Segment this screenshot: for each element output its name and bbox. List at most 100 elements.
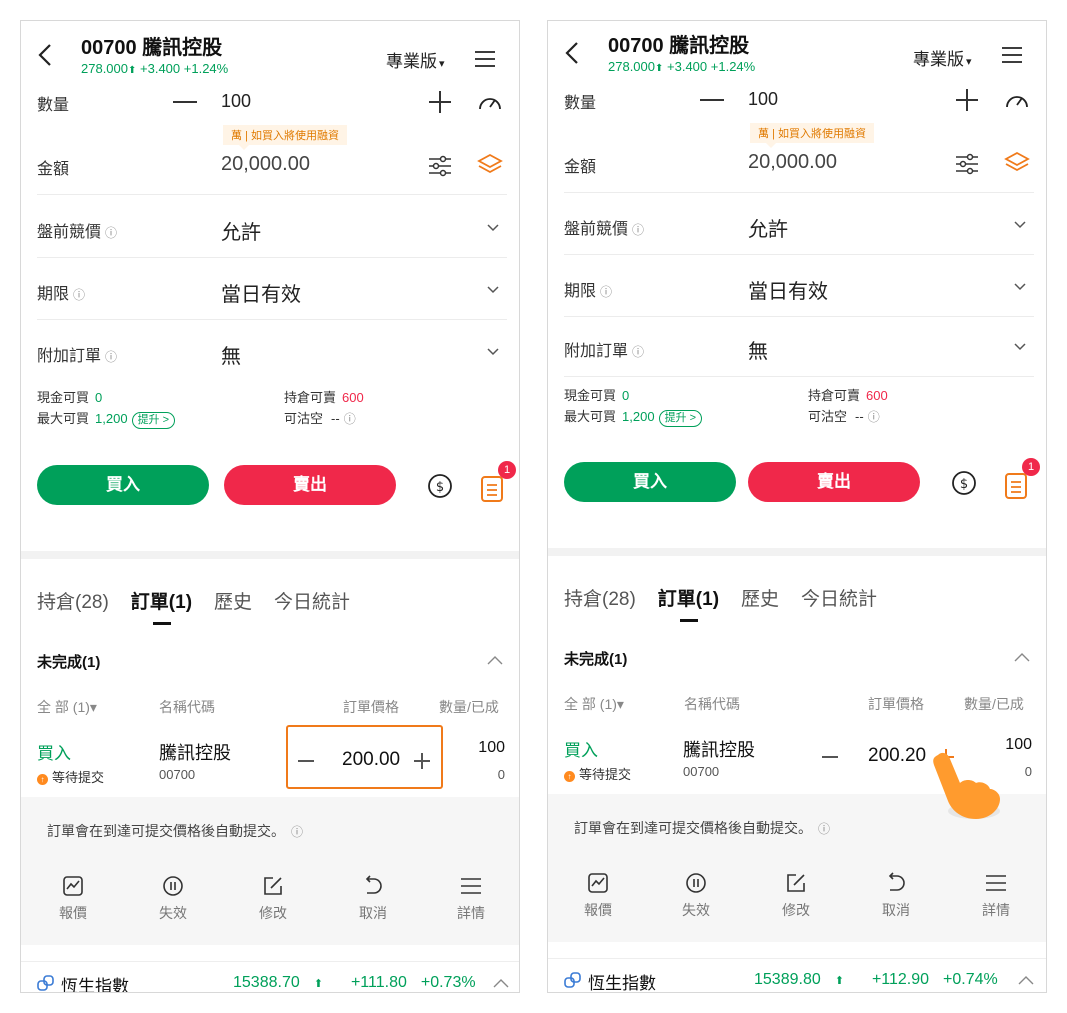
info-icon[interactable]: ⓘ xyxy=(632,345,644,359)
quote-action[interactable]: 報價 xyxy=(568,872,628,920)
chevron-down-icon[interactable] xyxy=(1014,283,1026,291)
chevron-up-icon[interactable] xyxy=(493,978,509,988)
sliders-icon[interactable] xyxy=(954,153,980,175)
sell-button[interactable]: 賣出 xyxy=(224,465,396,505)
info-icon[interactable]: ⓘ xyxy=(105,350,117,364)
info-icon[interactable]: ⓘ xyxy=(344,412,356,426)
gauge-icon[interactable] xyxy=(477,91,503,113)
term-value: 當日有效 xyxy=(221,284,301,306)
premarket-label: 盤前競價 ⓘ xyxy=(37,224,118,241)
currency-exchange-icon[interactable]: $ xyxy=(950,469,978,497)
tab-history[interactable]: 歷史 xyxy=(214,592,252,613)
attach-order-label: 附加訂單 ⓘ xyxy=(564,343,645,360)
boost-button[interactable]: 提升 > xyxy=(658,410,703,427)
stock-price: 278.000 xyxy=(81,61,128,76)
quantity-plus-button-v[interactable] xyxy=(439,91,441,113)
chevron-down-icon[interactable] xyxy=(487,224,499,232)
chevron-down-icon[interactable] xyxy=(487,286,499,294)
info-icon[interactable]: ⓘ xyxy=(868,410,880,424)
back-arrow-icon[interactable] xyxy=(564,41,580,65)
info-icon[interactable]: ⓘ xyxy=(73,288,85,302)
quote-action[interactable]: 報價 xyxy=(43,875,103,923)
quantity-input[interactable]: 100 xyxy=(221,91,251,112)
edition-label: 專業版 xyxy=(913,50,964,69)
position-sell-value: 600 xyxy=(342,390,364,405)
info-icon[interactable]: ⓘ xyxy=(105,226,117,240)
modify-action[interactable]: 修改 xyxy=(243,875,303,923)
info-icon[interactable]: ⓘ xyxy=(291,825,303,839)
filter-all-dropdown[interactable]: 全 部 (1)▾ xyxy=(37,697,97,717)
term-row[interactable]: 期限 ⓘ 當日有效 xyxy=(37,258,507,320)
order-price-value[interactable]: 200.00 xyxy=(342,749,400,771)
quantity-plus-button-v[interactable] xyxy=(966,89,968,111)
caret-down-icon: ▾ xyxy=(966,56,972,68)
cancel-action[interactable]: 取消 xyxy=(866,872,926,920)
info-icon[interactable]: ⓘ xyxy=(632,223,644,237)
tab-today-stats[interactable]: 今日統計 xyxy=(801,589,877,610)
premarket-row[interactable]: 盤前競價 ⓘ 允許 xyxy=(564,193,1034,255)
currency-exchange-icon[interactable]: $ xyxy=(426,472,454,500)
index-ticker-bar[interactable]: 恆生指數 15389.80 ⬆ +112.90 +0.74% xyxy=(548,958,1046,992)
layers-icon[interactable] xyxy=(477,153,503,177)
tab-history[interactable]: 歷史 xyxy=(741,589,779,610)
tab-orders[interactable]: 訂單(1) xyxy=(658,589,719,610)
pending-section-title: 未完成(1) xyxy=(564,651,628,668)
amount-input[interactable]: 20,000.00 xyxy=(748,151,837,174)
stock-change-pct: +1.24% xyxy=(710,59,756,74)
edition-dropdown[interactable]: 專業版 ▾ xyxy=(913,45,972,70)
term-row[interactable]: 期限 ⓘ 當日有效 xyxy=(564,255,1034,317)
index-pct: +0.73% xyxy=(420,974,476,991)
filter-all-dropdown[interactable]: 全 部 (1)▾ xyxy=(564,694,624,714)
premarket-row[interactable]: 盤前競價 ⓘ 允許 xyxy=(37,196,507,258)
quantity-minus-button[interactable] xyxy=(173,101,197,103)
attach-order-row[interactable]: 附加訂單 ⓘ 無 xyxy=(564,317,1034,377)
index-ticker-bar[interactable]: 恆生指數 15388.70 ⬆ +111.80 +0.73% xyxy=(21,961,519,992)
layers-icon[interactable] xyxy=(1004,151,1030,175)
tab-today-stats[interactable]: 今日統計 xyxy=(274,592,350,613)
edition-dropdown[interactable]: 專業版 ▾ xyxy=(386,47,445,72)
details-action[interactable]: 詳情 xyxy=(441,875,501,923)
invalidate-action[interactable]: 失效 xyxy=(666,872,726,920)
term-label: 期限 ⓘ xyxy=(564,283,613,300)
amount-input[interactable]: 20,000.00 xyxy=(221,153,310,176)
details-action[interactable]: 詳情 xyxy=(966,872,1026,920)
order-price-value[interactable]: 200.20 xyxy=(868,745,926,767)
tab-positions[interactable]: 持倉(28) xyxy=(564,589,636,610)
section-separator xyxy=(548,548,1046,556)
quantity-minus-button[interactable] xyxy=(700,99,724,101)
chevron-down-icon[interactable] xyxy=(487,348,499,356)
back-arrow-icon[interactable] xyxy=(37,43,53,67)
sell-button[interactable]: 賣出 xyxy=(748,462,920,502)
price-plus-button-v[interactable] xyxy=(421,753,423,769)
chevron-up-icon[interactable] xyxy=(1018,975,1034,985)
quantity-label: 數量 xyxy=(564,95,597,112)
modify-action[interactable]: 修改 xyxy=(766,872,826,920)
account-info-left: 現金可買 0 最大可買 1,200 提升 > xyxy=(37,387,176,429)
info-icon[interactable]: ⓘ xyxy=(818,822,830,836)
tab-positions[interactable]: 持倉(28) xyxy=(37,592,109,613)
gauge-icon[interactable] xyxy=(1004,89,1030,111)
price-minus-button[interactable] xyxy=(822,756,838,758)
cancel-action[interactable]: 取消 xyxy=(343,875,403,923)
info-icon[interactable]: ⓘ xyxy=(600,285,612,299)
chevron-down-icon[interactable] xyxy=(1014,221,1026,229)
buy-button[interactable]: 買入 xyxy=(37,465,209,505)
boost-button[interactable]: 提升 > xyxy=(131,412,176,429)
col-qty-filled: 數量/已成 xyxy=(964,696,1024,712)
attach-order-row[interactable]: 附加訂單 ⓘ 無 xyxy=(37,320,507,382)
menu-icon[interactable] xyxy=(475,51,495,67)
chevron-down-icon[interactable] xyxy=(1014,343,1026,351)
invalidate-action[interactable]: 失效 xyxy=(143,875,203,923)
list-icon xyxy=(986,875,1006,891)
max-buy-value: 1,200 xyxy=(622,409,655,424)
tab-orders[interactable]: 訂單(1) xyxy=(131,592,192,613)
sliders-icon[interactable] xyxy=(427,155,453,177)
quantity-input[interactable]: 100 xyxy=(748,89,778,110)
menu-icon[interactable] xyxy=(1002,47,1022,63)
stock-title: 00700 騰訊控股 xyxy=(608,35,750,57)
order-price-editor[interactable]: 200.00 xyxy=(286,725,443,789)
chevron-up-icon[interactable] xyxy=(1014,652,1030,662)
buy-button[interactable]: 買入 xyxy=(564,462,736,502)
price-minus-button[interactable] xyxy=(298,760,314,762)
chevron-up-icon[interactable] xyxy=(487,655,503,665)
